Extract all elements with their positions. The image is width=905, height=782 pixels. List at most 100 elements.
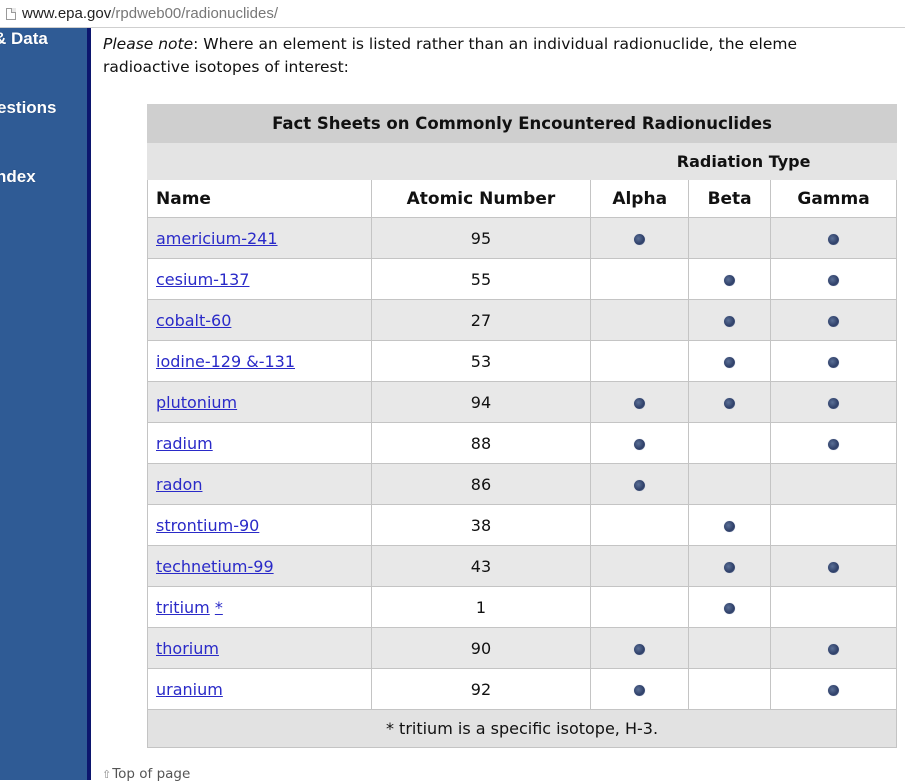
cell-alpha: [590, 504, 690, 546]
cell-name: uranium: [147, 668, 372, 710]
page-icon: [6, 7, 16, 20]
cell-alpha: [590, 627, 690, 669]
bullet-dot-icon: [724, 561, 736, 573]
cell-name: strontium-90: [147, 504, 372, 546]
url-host: www.epa.gov: [22, 5, 112, 22]
cell-beta: [688, 217, 772, 259]
cell-name: radon: [147, 463, 372, 505]
cell-name: cobalt-60: [147, 299, 372, 341]
radionuclide-link[interactable]: radon: [156, 475, 202, 494]
radionuclide-link[interactable]: plutonium: [156, 393, 237, 412]
sidebar-item-index[interactable]: ndex: [0, 167, 36, 187]
cell-alpha: [590, 340, 690, 382]
radionuclide-link[interactable]: americium-241: [156, 229, 278, 248]
table-title: Fact Sheets on Commonly Encountered Radi…: [147, 104, 897, 143]
sidebar-item-data[interactable]: & Data: [0, 29, 48, 49]
cell-alpha: [590, 422, 690, 464]
cell-atomic-number: 86: [370, 463, 592, 505]
cell-gamma: [770, 217, 897, 259]
cell-name: iodine-129 &-131: [147, 340, 372, 382]
bullet-dot-icon: [724, 397, 736, 409]
radionuclide-link[interactable]: iodine-129 &-131: [156, 352, 295, 371]
bullet-dot-icon: [828, 643, 840, 655]
bullet-dot-icon: [724, 274, 736, 286]
cell-gamma: [770, 504, 897, 546]
cell-atomic-number: 88: [370, 422, 592, 464]
bullet-dot-icon: [634, 397, 646, 409]
table-row: tritium * 1: [147, 586, 897, 628]
cell-atomic-number: 38: [370, 504, 592, 546]
table-row: cobalt-60 27: [147, 299, 897, 341]
cell-gamma: [770, 381, 897, 423]
cell-name: technetium-99: [147, 545, 372, 587]
bullet-dot-icon: [724, 315, 736, 327]
column-header-atomic-number: Atomic Number: [370, 179, 592, 218]
bullet-dot-icon: [724, 602, 736, 614]
cell-gamma: [770, 422, 897, 464]
sidebar-item-questions[interactable]: estions: [0, 98, 57, 118]
table-row: iodine-129 &-131 53: [147, 340, 897, 382]
radionuclide-link[interactable]: cesium-137: [156, 270, 249, 289]
cell-beta: [688, 340, 772, 382]
cell-atomic-number: 27: [370, 299, 592, 341]
cell-alpha: [590, 299, 690, 341]
bullet-dot-icon: [634, 233, 646, 245]
cell-alpha: [590, 217, 690, 259]
radionuclide-link[interactable]: uranium: [156, 680, 223, 699]
cell-gamma: [770, 299, 897, 341]
cell-name: thorium: [147, 627, 372, 669]
radionuclide-link[interactable]: strontium-90: [156, 516, 259, 535]
cell-atomic-number: 55: [370, 258, 592, 300]
cell-beta: [688, 258, 772, 300]
radionuclide-link[interactable]: radium: [156, 434, 213, 453]
bullet-dot-icon: [724, 520, 736, 532]
table-row: cesium-137 55: [147, 258, 897, 300]
radionuclide-link[interactable]: cobalt-60: [156, 311, 231, 330]
cell-gamma: [770, 627, 897, 669]
bullet-dot-icon: [634, 438, 646, 450]
table-row: strontium-90 38: [147, 504, 897, 546]
radionuclide-link[interactable]: technetium-99: [156, 557, 274, 576]
cell-beta: [688, 422, 772, 464]
cell-atomic-number: 1: [370, 586, 592, 628]
bullet-dot-icon: [828, 315, 840, 327]
cell-beta: [688, 299, 772, 341]
cell-beta: [688, 463, 772, 505]
address-bar[interactable]: www.epa.gov/rpdweb00/radionuclides/: [0, 0, 905, 28]
cell-name: tritium *: [147, 586, 372, 628]
bullet-dot-icon: [828, 397, 840, 409]
column-header-beta: Beta: [688, 179, 772, 218]
url-path: /rpdweb00/radionuclides/: [111, 5, 278, 22]
cell-beta: [688, 586, 772, 628]
cell-gamma: [770, 668, 897, 710]
url-text[interactable]: www.epa.gov/rpdweb00/radionuclides/: [22, 5, 278, 22]
table-row: radon 86: [147, 463, 897, 505]
cell-atomic-number: 43: [370, 545, 592, 587]
column-header-name: Name: [147, 179, 372, 218]
column-header-alpha: Alpha: [590, 179, 690, 218]
cell-name: radium: [147, 422, 372, 464]
cell-gamma: [770, 258, 897, 300]
note-emphasis: Please note: [103, 35, 194, 53]
radionuclide-link[interactable]: tritium: [156, 598, 210, 617]
table-row: uranium 92: [147, 668, 897, 710]
radionuclide-link[interactable]: thorium: [156, 639, 219, 658]
cell-gamma: [770, 463, 897, 505]
bullet-dot-icon: [828, 356, 840, 368]
bullet-dot-icon: [828, 684, 840, 696]
cell-gamma: [770, 586, 897, 628]
bullet-dot-icon: [828, 438, 840, 450]
note-line2: radioactive isotopes of interest:: [103, 58, 349, 76]
header-spacer: [146, 142, 592, 180]
table-row: radium 88: [147, 422, 897, 464]
table-row: americium-241 95: [147, 217, 897, 259]
footnote-link[interactable]: *: [215, 598, 223, 617]
cell-beta: [688, 627, 772, 669]
cell-atomic-number: 92: [370, 668, 592, 710]
cell-beta: [688, 668, 772, 710]
table-row: thorium 90: [147, 627, 897, 669]
bullet-dot-icon: [828, 274, 840, 286]
cell-alpha: [590, 668, 690, 710]
cell-gamma: [770, 545, 897, 587]
table-body: americium-241 95 cesium-137 55 cobalt-60 27 io…: [147, 217, 897, 710]
